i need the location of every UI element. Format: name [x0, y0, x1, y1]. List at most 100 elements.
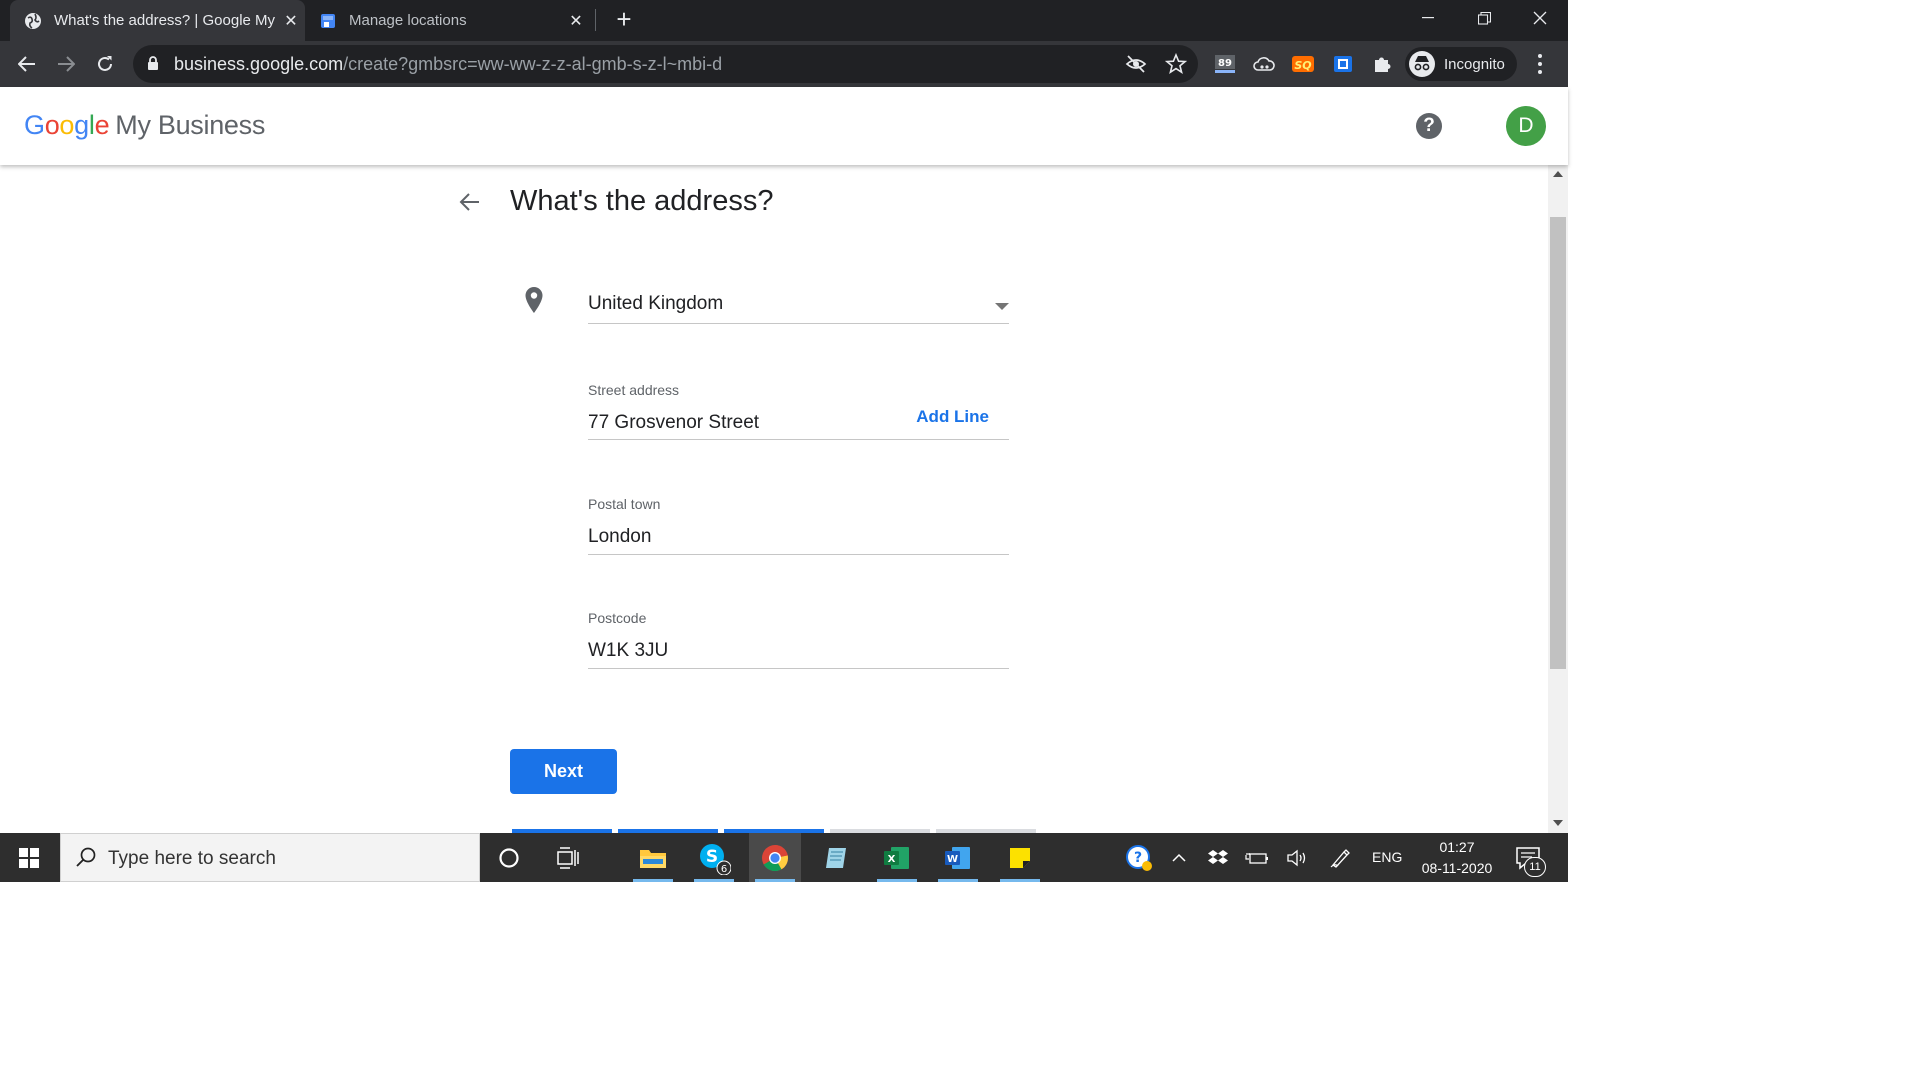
- incognito-profile-button[interactable]: Incognito: [1405, 47, 1517, 81]
- scroll-up-icon[interactable]: [1553, 171, 1563, 177]
- clock-date: 08-11-2020: [1421, 860, 1493, 876]
- address-form-page: What's the address? United Kingdom Stree…: [0, 165, 1548, 833]
- help-icon[interactable]: ?: [1416, 113, 1442, 139]
- close-tab-icon[interactable]: ✕: [277, 11, 305, 31]
- postal-town-label: Postal town: [588, 496, 661, 512]
- windows-taskbar: Type here to search S 6 X W ? ENG 01:27 …: [0, 833, 1568, 882]
- url-text: business.google.com/create?gmbsrc=ww-ww-…: [174, 54, 723, 74]
- tab-whats-the-address[interactable]: What's the address? | Google My Business…: [10, 0, 305, 41]
- close-icon: [1533, 11, 1547, 25]
- bookmark-star-icon[interactable]: [1165, 53, 1187, 75]
- svg-text:SQ: SQ: [1294, 59, 1311, 72]
- postcode-value: W1K 3JU: [588, 640, 669, 661]
- arrow-back-icon[interactable]: [457, 189, 483, 215]
- close-tab-icon[interactable]: ✕: [562, 11, 590, 31]
- postal-town-value: London: [588, 526, 652, 547]
- counter-badge-icon: 89: [1215, 55, 1235, 73]
- cortana-button[interactable]: [483, 833, 535, 882]
- taskbar-notepad[interactable]: [810, 833, 862, 882]
- tray-dropbox[interactable]: [1204, 833, 1232, 882]
- taskbar-sticky-notes[interactable]: [994, 833, 1046, 882]
- tray-battery[interactable]: [1243, 833, 1271, 882]
- page-scrollbar[interactable]: [1548, 165, 1568, 833]
- arrow-right-icon: [58, 56, 75, 72]
- scroll-down-icon[interactable]: [1553, 820, 1563, 826]
- puzzle-icon: [1375, 57, 1391, 72]
- search-icon: [76, 847, 96, 867]
- google-my-business-logo[interactable]: Google My Business: [24, 110, 265, 141]
- minimize-button[interactable]: [1400, 0, 1456, 36]
- extension-cloud-icon[interactable]: [1252, 52, 1276, 76]
- show-hidden-icons-button[interactable]: [1166, 833, 1192, 882]
- taskbar-chrome[interactable]: [749, 833, 801, 882]
- tab-title: What's the address? | Google My Business: [54, 12, 277, 29]
- taskbar-excel[interactable]: X: [871, 833, 923, 882]
- taskbar-file-explorer[interactable]: [627, 833, 679, 882]
- incognito-icon: [1409, 51, 1435, 77]
- avatar[interactable]: D: [1506, 106, 1546, 146]
- gmb-store-icon: [321, 13, 335, 28]
- chevron-up-icon: [1172, 853, 1186, 862]
- notepad-icon: [826, 847, 846, 868]
- windows-logo-icon: [19, 847, 39, 868]
- page-title: What's the address?: [510, 185, 774, 217]
- browser-toolbar: business.google.com/create?gmbsrc=ww-ww-…: [0, 41, 1568, 87]
- help-circle-icon: ?: [1126, 844, 1152, 871]
- clock[interactable]: 01:27 08-11-2020: [1410, 837, 1504, 879]
- svg-text:89: 89: [1218, 58, 1232, 69]
- reload-button[interactable]: [90, 49, 120, 79]
- taskbar-search-box[interactable]: Type here to search: [60, 833, 480, 882]
- tray-volume[interactable]: [1283, 833, 1311, 882]
- code-bracket-icon: [1334, 56, 1352, 72]
- language-indicator[interactable]: ENG: [1372, 849, 1402, 865]
- speaker-icon: [1287, 849, 1306, 866]
- tray-help[interactable]: ?: [1122, 833, 1156, 882]
- back-button[interactable]: [12, 49, 42, 79]
- tab-manage-locations[interactable]: Manage locations ✕: [305, 0, 590, 41]
- restore-button[interactable]: [1456, 0, 1512, 36]
- location-pin-icon: [525, 287, 543, 313]
- add-line-button[interactable]: Add Line: [916, 407, 989, 427]
- extension-blue-icon[interactable]: [1331, 52, 1355, 76]
- svg-text:W: W: [947, 854, 958, 865]
- tab-title: Manage locations: [349, 12, 467, 29]
- battery-plug-icon: [1245, 852, 1268, 864]
- product-name: My Business: [115, 110, 266, 140]
- clock-time: 01:27: [1439, 839, 1475, 855]
- tray-pen[interactable]: [1326, 833, 1354, 882]
- dropbox-icon: [1208, 849, 1228, 864]
- excel-icon: X: [884, 846, 909, 869]
- taskbar-word[interactable]: W: [932, 833, 984, 882]
- new-tab-button[interactable]: +: [610, 6, 638, 34]
- globe-icon: [25, 12, 41, 29]
- browser-tab-bar: What's the address? | Google My Business…: [0, 0, 1568, 41]
- more-vertical-icon[interactable]: [1530, 52, 1550, 76]
- extension-seoquake-icon[interactable]: SQ: [1291, 52, 1315, 76]
- task-view-icon: [557, 846, 579, 869]
- close-window-button[interactable]: [1512, 0, 1568, 36]
- address-bar[interactable]: business.google.com/create?gmbsrc=ww-ww-…: [133, 45, 1198, 83]
- task-view-button[interactable]: [542, 833, 594, 882]
- word-icon: W: [945, 846, 970, 869]
- seoquake-icon: SQ: [1292, 56, 1314, 72]
- eye-slash-icon[interactable]: [1125, 53, 1147, 75]
- restore-icon: [1477, 11, 1491, 25]
- cloud-icon: [1253, 57, 1275, 71]
- extension-counter-icon[interactable]: 89: [1213, 52, 1237, 76]
- next-button[interactable]: Next: [510, 749, 617, 794]
- street-address-value: 77 Grosvenor Street: [588, 412, 760, 433]
- forward-button[interactable]: [51, 49, 81, 79]
- postcode-field[interactable]: Postcode W1K 3JU: [588, 606, 1009, 669]
- scrollbar-thumb[interactable]: [1550, 217, 1566, 669]
- svg-text:X: X: [888, 854, 896, 865]
- chrome-icon: [762, 844, 788, 871]
- taskbar-skype[interactable]: S 6: [688, 833, 740, 882]
- cortana-circle-icon: [499, 847, 519, 868]
- street-address-field[interactable]: Street address 77 Grosvenor Street Add L…: [588, 378, 1009, 440]
- start-button[interactable]: [0, 833, 58, 882]
- notification-count-badge: 11: [1524, 857, 1546, 877]
- tab-divider: [595, 9, 596, 31]
- country-select[interactable]: United Kingdom: [588, 285, 1009, 324]
- extensions-puzzle-button[interactable]: [1370, 52, 1394, 76]
- postal-town-field[interactable]: Postal town London: [588, 492, 1009, 555]
